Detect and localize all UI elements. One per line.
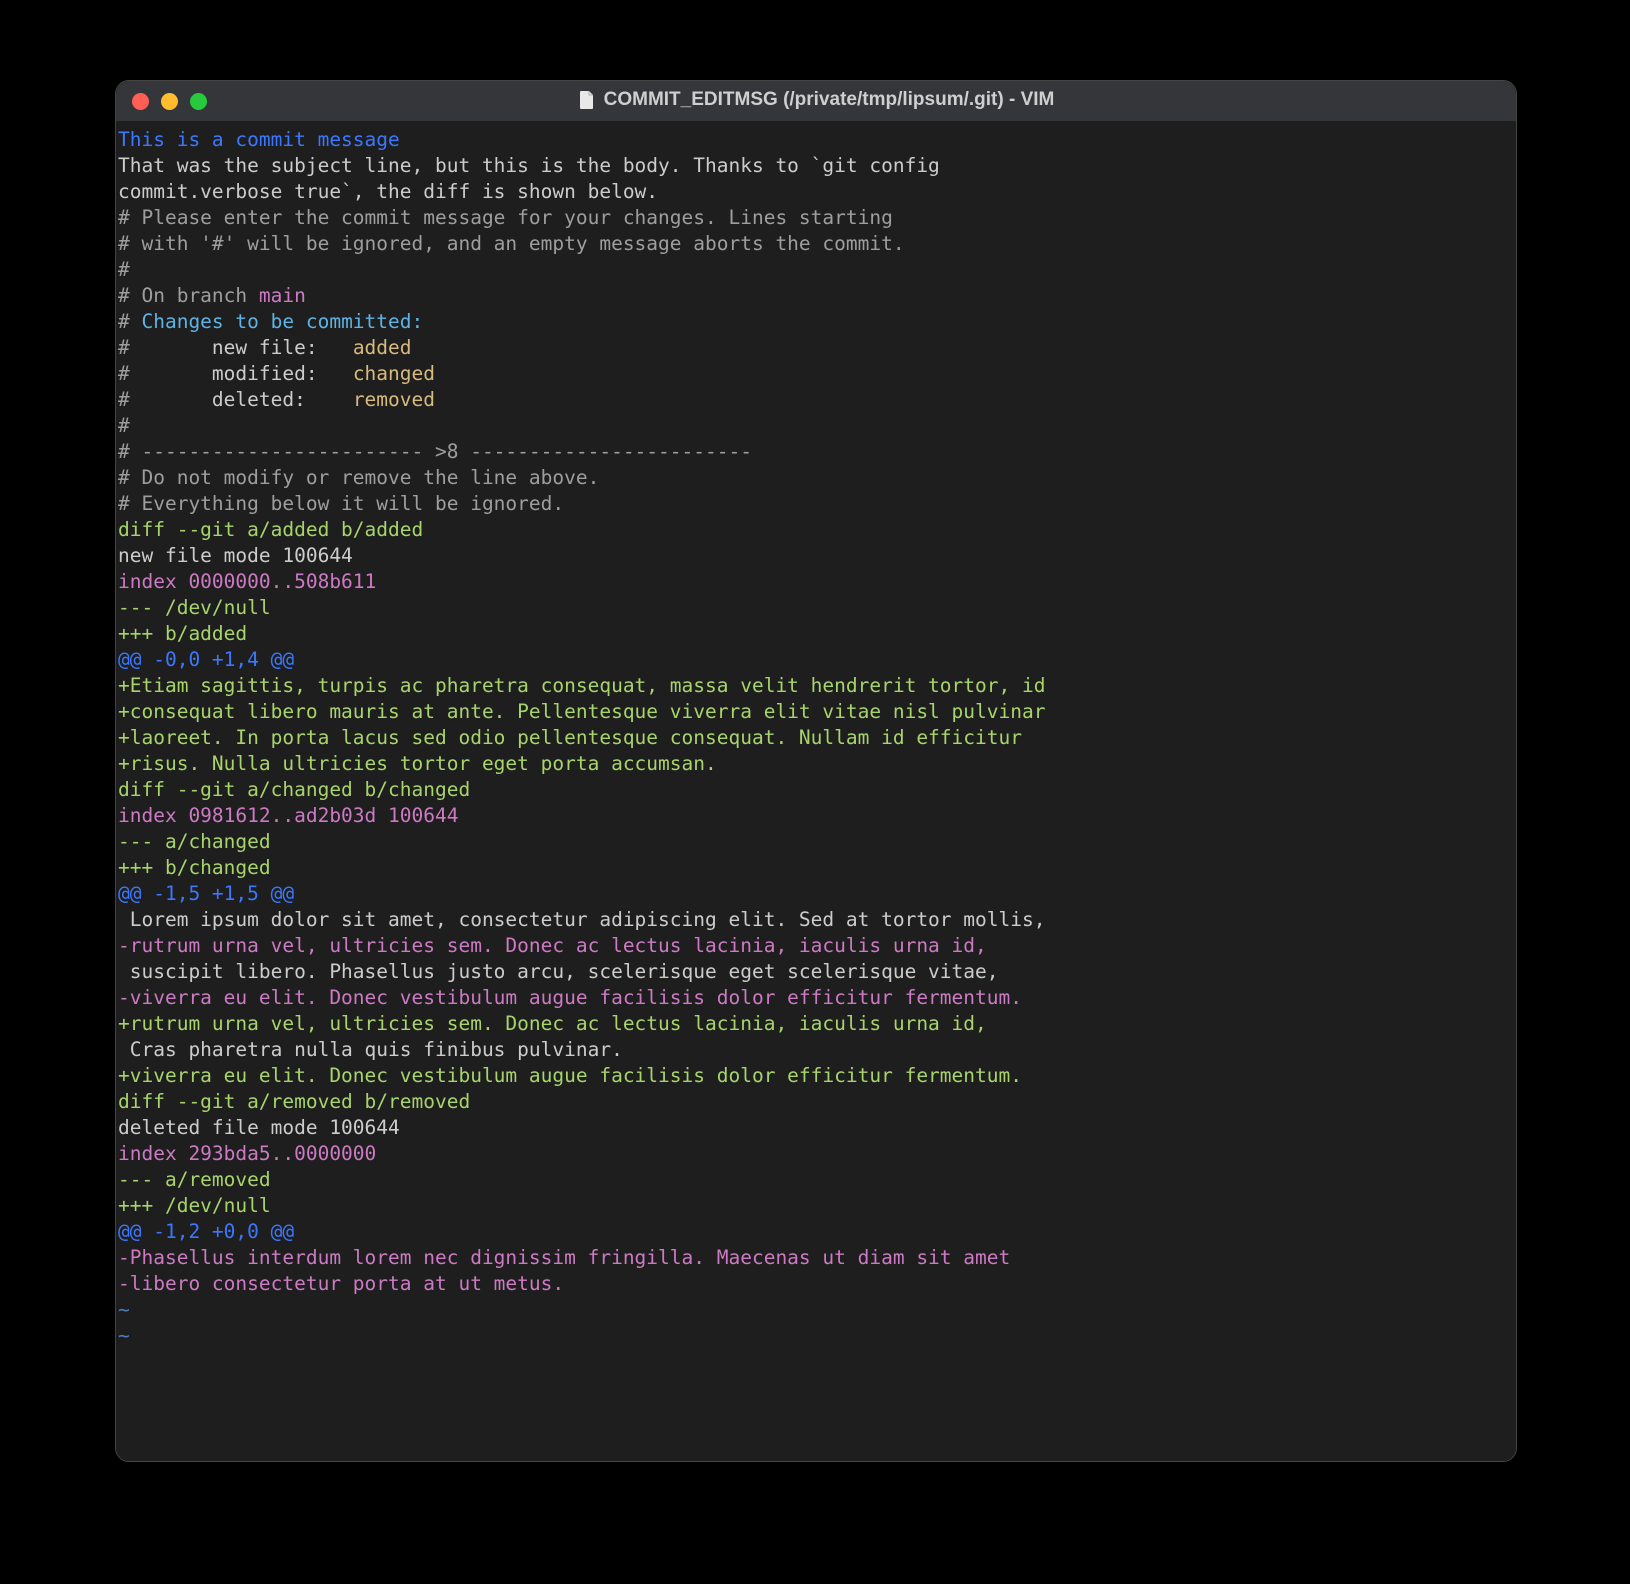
editor-line[interactable]: --- a/changed xyxy=(116,829,1516,855)
editor-line[interactable]: +++ /dev/null xyxy=(116,1193,1516,1219)
editor-line[interactable]: @@ -1,2 +0,0 @@ xyxy=(116,1219,1516,1245)
editor-line[interactable]: --- /dev/null xyxy=(116,595,1516,621)
editor-line[interactable]: Cras pharetra nulla quis finibus pulvina… xyxy=(116,1037,1516,1063)
editor-line[interactable]: -rutrum urna vel, ultricies sem. Donec a… xyxy=(116,933,1516,959)
editor-line[interactable]: # Changes to be committed: xyxy=(116,309,1516,335)
editor-line[interactable]: commit.verbose true`, the diff is shown … xyxy=(116,179,1516,205)
editor-line[interactable]: -Phasellus interdum lorem nec dignissim … xyxy=(116,1245,1516,1271)
editor-line[interactable]: +++ b/changed xyxy=(116,855,1516,881)
editor-line[interactable]: +rutrum urna vel, ultricies sem. Donec a… xyxy=(116,1011,1516,1037)
editor-line[interactable]: index 0981612..ad2b03d 100644 xyxy=(116,803,1516,829)
maximize-icon[interactable] xyxy=(190,93,207,110)
editor-line[interactable]: # On branch main xyxy=(116,283,1516,309)
editor-line[interactable]: suscipit libero. Phasellus justo arcu, s… xyxy=(116,959,1516,985)
editor-line[interactable]: # xyxy=(116,257,1516,283)
editor-line[interactable]: +consequat libero mauris at ante. Pellen… xyxy=(116,699,1516,725)
editor-line[interactable]: ~ xyxy=(116,1323,1516,1349)
terminal-window: COMMIT_EDITMSG (/private/tmp/lipsum/.git… xyxy=(115,80,1517,1462)
minimize-icon[interactable] xyxy=(161,93,178,110)
editor-line[interactable]: This is a commit message xyxy=(116,127,1516,153)
document-icon xyxy=(578,90,596,110)
window-title: COMMIT_EDITMSG (/private/tmp/lipsum/.git… xyxy=(604,89,1055,111)
editor-line[interactable]: index 293bda5..0000000 xyxy=(116,1141,1516,1167)
editor-line[interactable]: Lorem ipsum dolor sit amet, consectetur … xyxy=(116,907,1516,933)
editor-line[interactable]: +laoreet. In porta lacus sed odio pellen… xyxy=(116,725,1516,751)
editor-line[interactable]: +viverra eu elit. Donec vestibulum augue… xyxy=(116,1063,1516,1089)
editor-line[interactable]: # Please enter the commit message for yo… xyxy=(116,205,1516,231)
editor-line[interactable]: index 0000000..508b611 xyxy=(116,569,1516,595)
editor-line[interactable]: -viverra eu elit. Donec vestibulum augue… xyxy=(116,985,1516,1011)
editor-line[interactable]: --- a/removed xyxy=(116,1167,1516,1193)
editor-viewport[interactable]: This is a commit messageThat was the sub… xyxy=(116,121,1516,1461)
editor-line[interactable]: diff --git a/changed b/changed xyxy=(116,777,1516,803)
editor-line[interactable]: +Etiam sagittis, turpis ac pharetra cons… xyxy=(116,673,1516,699)
editor-line[interactable]: +risus. Nulla ultricies tortor eget port… xyxy=(116,751,1516,777)
editor-line[interactable]: ~ xyxy=(116,1297,1516,1323)
close-icon[interactable] xyxy=(132,93,149,110)
editor-line[interactable]: new file mode 100644 xyxy=(116,543,1516,569)
editor-line[interactable]: -libero consectetur porta at ut metus. xyxy=(116,1271,1516,1297)
editor-line[interactable]: @@ -0,0 +1,4 @@ xyxy=(116,647,1516,673)
editor-line[interactable]: That was the subject line, but this is t… xyxy=(116,153,1516,179)
editor-line[interactable]: # modified: changed xyxy=(116,361,1516,387)
editor-line[interactable]: @@ -1,5 +1,5 @@ xyxy=(116,881,1516,907)
editor-line[interactable]: # deleted: removed xyxy=(116,387,1516,413)
titlebar: COMMIT_EDITMSG (/private/tmp/lipsum/.git… xyxy=(116,81,1516,121)
editor-line[interactable]: diff --git a/added b/added xyxy=(116,517,1516,543)
editor-line[interactable]: # new file: added xyxy=(116,335,1516,361)
traffic-lights xyxy=(132,93,207,110)
editor-line[interactable]: # Everything below it will be ignored. xyxy=(116,491,1516,517)
editor-line[interactable]: # with '#' will be ignored, and an empty… xyxy=(116,231,1516,257)
editor-line[interactable]: # Do not modify or remove the line above… xyxy=(116,465,1516,491)
editor-line[interactable]: diff --git a/removed b/removed xyxy=(116,1089,1516,1115)
editor-line[interactable]: +++ b/added xyxy=(116,621,1516,647)
editor-line[interactable]: # ------------------------ >8 ----------… xyxy=(116,439,1516,465)
editor-line[interactable]: deleted file mode 100644 xyxy=(116,1115,1516,1141)
editor-line[interactable]: # xyxy=(116,413,1516,439)
